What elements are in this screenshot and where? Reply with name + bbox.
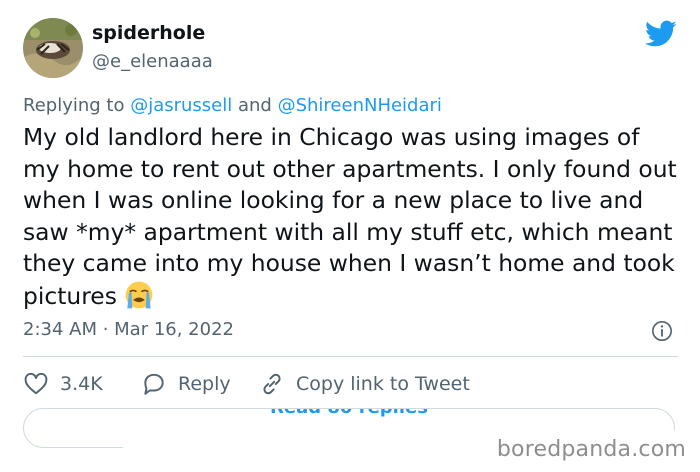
replying-joiner: and (232, 95, 278, 116)
tweet-body: My old landlord here in Chicago was usin… (23, 122, 683, 312)
display-name[interactable]: spiderhole (92, 22, 205, 44)
copy-link-label: Copy link to Tweet (296, 373, 470, 395)
copy-link-button[interactable]: Copy link to Tweet (259, 370, 470, 398)
mention-link-shireen[interactable]: @ShireenNHeidari (278, 95, 442, 116)
read-replies-label: Read 80 replies (24, 409, 674, 418)
heart-icon (24, 372, 48, 395)
tweet-timestamp[interactable]: 2:34 AM · Mar 16, 2022 (23, 319, 234, 340)
avatar-image (23, 18, 83, 78)
replying-to-line: Replying to @jasrussell and @ShireenNHei… (23, 95, 442, 116)
divider (23, 356, 678, 357)
user-handle[interactable]: @e_elenaaaa (92, 51, 213, 72)
avatar[interactable] (23, 18, 83, 78)
watermark: boredpanda.com (496, 437, 686, 462)
reply-label: Reply (178, 373, 231, 395)
link-icon (263, 373, 281, 395)
tweet-text: My old landlord here in Chicago was usin… (23, 123, 677, 310)
reply-button[interactable]: Reply (141, 370, 231, 398)
replying-prefix: Replying to (23, 95, 131, 116)
mention-link-jasrussell[interactable]: @jasrussell (130, 95, 232, 116)
loudly-crying-face-icon (125, 281, 153, 308)
twitter-bird-icon[interactable] (645, 20, 677, 48)
like-count: 3.4K (60, 373, 103, 395)
like-button[interactable]: 3.4K (23, 370, 103, 398)
reply-bubble-icon (144, 373, 164, 395)
info-icon[interactable] (651, 320, 673, 342)
